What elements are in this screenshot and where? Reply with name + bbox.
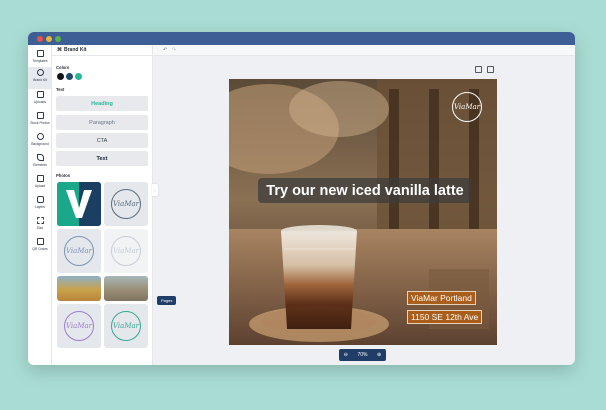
pages-button[interactable]: Pages [157, 296, 177, 305]
rail-label: Brand Kit [33, 78, 47, 82]
logo-v-icon [57, 182, 101, 226]
color-swatch-black[interactable] [57, 73, 64, 80]
templates-icon [36, 50, 44, 57]
address-text[interactable]: 1150 SE 12th Ave [407, 310, 483, 324]
logo-mark: ViaMar [64, 236, 94, 266]
rail-upload[interactable]: Upload [28, 173, 52, 195]
zoom-out-icon[interactable]: ⊖ [344, 352, 348, 358]
rail-label: Stock Photos [30, 121, 50, 125]
duplicate-page-icon[interactable] [475, 66, 482, 73]
rail-background[interactable]: Background [28, 131, 52, 153]
logo-mark: ViaMar [111, 236, 141, 266]
photo-logo-ring-purple[interactable]: ViaMar [57, 304, 101, 348]
logo-mark: ViaMar [64, 311, 94, 341]
maximize-window-button[interactable] [55, 36, 61, 42]
zoom-control: ⊖ 70% ⊕ [339, 349, 386, 361]
rail-label: Background [31, 142, 49, 146]
photo-logo-ring-teal[interactable]: ViaMar [104, 304, 148, 348]
minimize-window-button[interactable] [46, 36, 52, 42]
rail-label: Uploads [33, 100, 47, 104]
colors-label: Colors [56, 65, 70, 70]
image-icon [36, 112, 44, 119]
tool-rail: Templates Brand Kit Uploads Stock Photos… [28, 45, 52, 365]
rail-label: Elements [33, 163, 47, 167]
rail-label: Size [36, 226, 44, 230]
heading-style-button[interactable]: Heading [56, 96, 148, 111]
photos-label: Photos [56, 173, 71, 178]
photo-logo-ring-gradient[interactable]: ViaMar [57, 229, 101, 273]
collapse-panel-handle[interactable]: ‹ [152, 184, 158, 196]
photo-logo-ring-navy[interactable]: ViaMar [104, 182, 148, 226]
rail-label: Layers [35, 205, 45, 209]
logo-mark: ViaMar [111, 189, 141, 219]
zoom-level: 70% [357, 352, 368, 358]
color-swatch-navy[interactable] [66, 73, 73, 80]
location-name-text[interactable]: ViaMar Portland [407, 291, 476, 305]
logo-mark: ViaMar [111, 311, 141, 341]
rail-label: Upload [34, 184, 46, 188]
upload-icon [36, 175, 44, 182]
rail-uploads[interactable]: Uploads [28, 89, 52, 111]
zoom-in-icon[interactable]: ⊕ [377, 352, 381, 358]
rail-qr-codes[interactable]: QR Codes [28, 236, 52, 258]
panel-header: ⌘ Brand Kit [52, 45, 152, 56]
paragraph-style-button[interactable]: Paragraph [56, 115, 148, 130]
resize-icon [36, 217, 44, 224]
search-icon [36, 133, 44, 140]
artboard-logo[interactable]: ViaMar [452, 92, 482, 122]
brand-kit-icon [36, 69, 44, 76]
text-label: Text [56, 87, 65, 92]
undo-icon[interactable]: ↶ [163, 47, 167, 53]
photo-logo-v[interactable] [57, 182, 101, 226]
rail-label: QR Codes [32, 247, 48, 251]
close-window-button[interactable] [37, 36, 43, 42]
photo-building-1[interactable] [57, 276, 101, 301]
headline-text[interactable]: Try our new iced vanilla latte [258, 178, 472, 203]
design-artboard[interactable] [229, 79, 497, 345]
panel-title: Brand Kit [64, 47, 87, 53]
rail-elements[interactable]: Elements [28, 152, 52, 174]
photo-building-2[interactable] [104, 276, 148, 301]
brand-kit-icon: ⌘ [57, 47, 62, 53]
qr-code-icon [36, 238, 44, 245]
title-bar [28, 32, 575, 45]
canvas-toolbar: ↶ ↷ [153, 45, 575, 56]
redo-icon[interactable]: ↷ [172, 47, 176, 53]
layers-icon [36, 196, 44, 203]
rail-layers[interactable]: Layers [28, 194, 52, 216]
cta-style-button[interactable]: CTA [56, 133, 148, 148]
brand-kit-panel: ⌘ Brand Kit Colors Text Heading Paragrap… [52, 45, 153, 365]
rail-brand-kit[interactable]: Brand Kit [28, 67, 52, 89]
photo-logo-ring-light[interactable]: ViaMar [104, 229, 148, 273]
rail-size[interactable]: Size [28, 215, 52, 237]
uploads-icon [36, 91, 44, 98]
text-style-button[interactable]: Text [56, 151, 148, 166]
rail-label: Templates [32, 59, 48, 63]
color-swatch-teal[interactable] [75, 73, 82, 80]
rail-stock-photos[interactable]: Stock Photos [28, 110, 52, 132]
cafe-photo [229, 79, 497, 345]
shapes-icon [36, 154, 44, 161]
add-page-icon[interactable] [487, 66, 494, 73]
